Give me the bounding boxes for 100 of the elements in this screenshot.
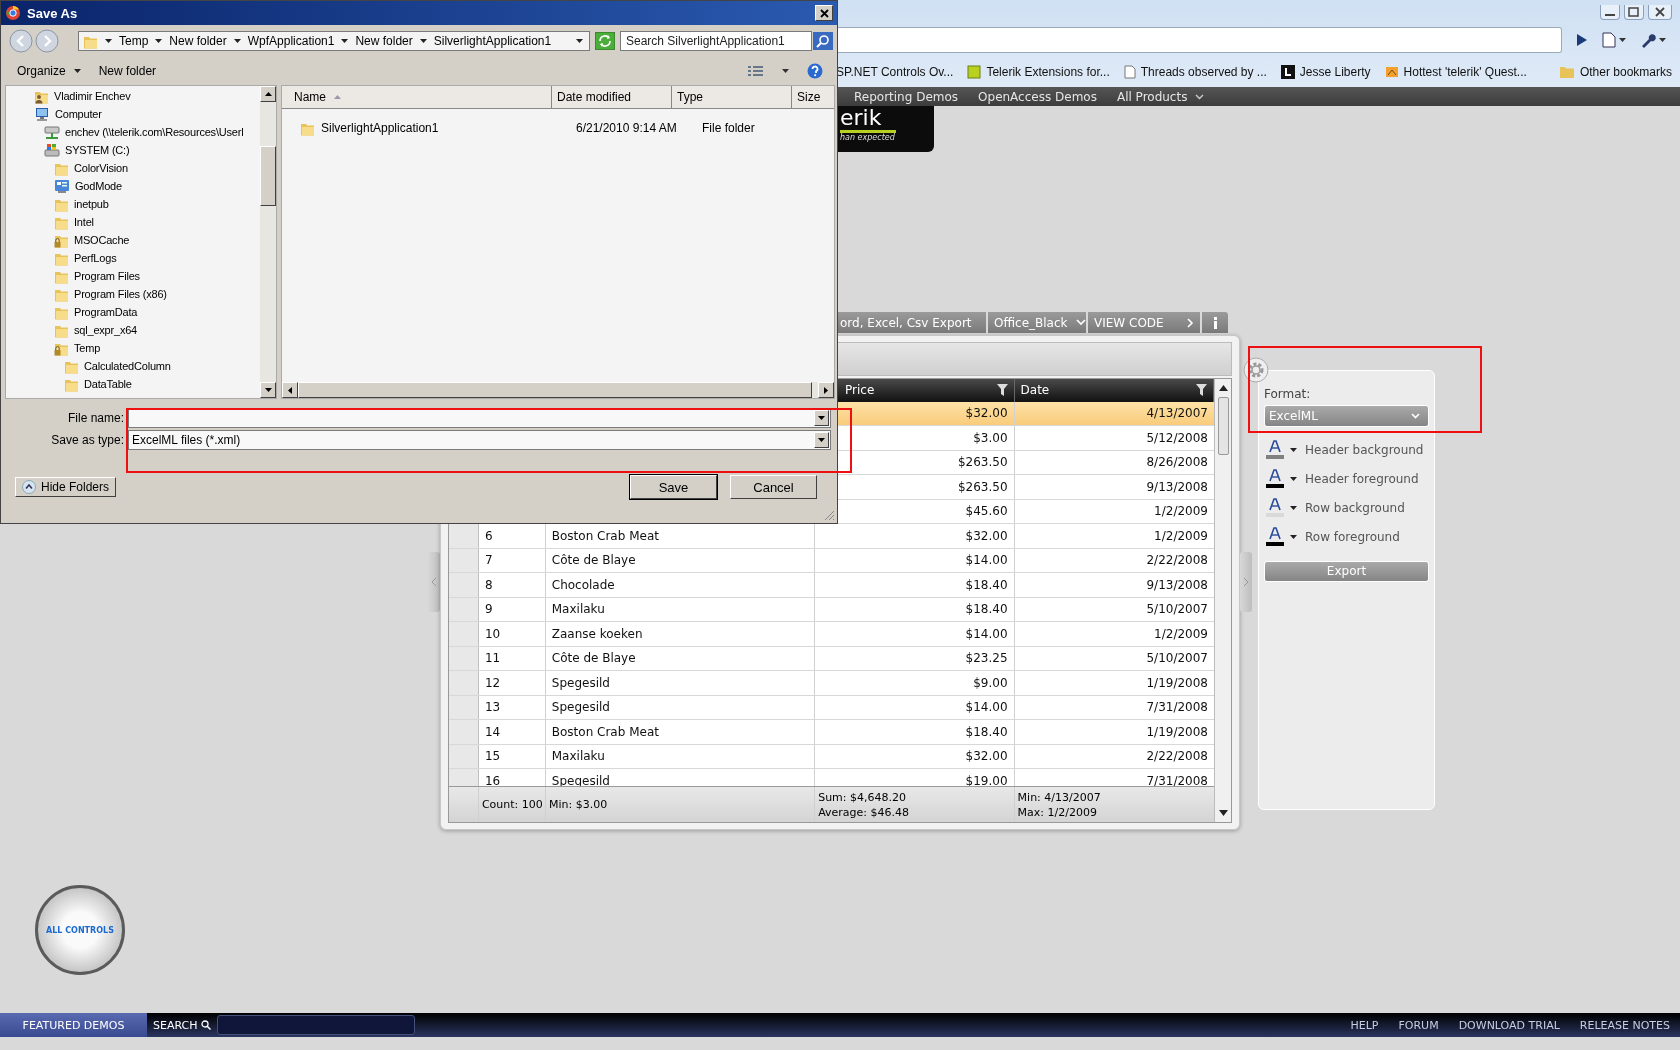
- address-field[interactable]: Temp New folder WpfApplication1 New folder SilverlightApplication1: [78, 31, 590, 51]
- tree-item[interactable]: Temp: [6, 339, 260, 357]
- column-header[interactable]: Size: [792, 86, 834, 108]
- filter-icon[interactable]: [996, 384, 1008, 397]
- help-icon[interactable]: [807, 63, 823, 79]
- refresh-icon[interactable]: [595, 32, 615, 50]
- back-icon[interactable]: [9, 29, 33, 53]
- save-button[interactable]: Save: [630, 475, 717, 499]
- close-button[interactable]: [815, 5, 833, 21]
- tree-item[interactable]: sql_expr_x64: [6, 321, 260, 339]
- other-bookmarks-link[interactable]: Other bookmarks: [1579, 64, 1672, 79]
- bookmark-link[interactable]: Hottest 'telerik' Quest...: [1403, 64, 1527, 79]
- nav-link[interactable]: Reporting Demos: [854, 89, 959, 104]
- logo[interactable]: erik han expected: [838, 106, 934, 152]
- scrollbar-thumb[interactable]: [1217, 397, 1229, 455]
- nav-link[interactable]: OpenAccess Demos: [978, 89, 1097, 104]
- scrollbar[interactable]: [260, 86, 276, 398]
- tree-item[interactable]: Program Files: [6, 267, 260, 285]
- theme-dropdown[interactable]: Office_Black: [988, 312, 1086, 333]
- wrench-icon[interactable]: [1640, 32, 1656, 48]
- resize-grip-icon[interactable]: [824, 510, 835, 521]
- chevron-down-icon[interactable]: [1195, 93, 1205, 100]
- footer-link[interactable]: DOWNLOAD TRIAL: [1458, 1018, 1560, 1032]
- color-picker[interactable]: [1266, 468, 1297, 489]
- text-color-icon[interactable]: [1266, 526, 1284, 547]
- tree-item[interactable]: Computer: [6, 105, 260, 123]
- hide-folders-button[interactable]: Hide Folders: [15, 477, 117, 497]
- tree-item[interactable]: Vladimir Enchev: [6, 87, 260, 105]
- tree-item[interactable]: DataTable: [6, 375, 260, 393]
- scroll-up-icon[interactable]: [1218, 385, 1228, 391]
- featured-demos-tab[interactable]: FEATURED DEMOS: [0, 1013, 147, 1037]
- bookmark-link[interactable]: Telerik Extensions for...: [986, 64, 1110, 79]
- search-field[interactable]: Search SilverlightApplication1: [620, 31, 812, 51]
- bookmark-link[interactable]: Jesse Liberty: [1299, 64, 1371, 79]
- table-row[interactable]: 7 Côte de Blaye $14.00 2/22/2008: [449, 548, 1214, 574]
- page-icon[interactable]: [1602, 32, 1616, 48]
- table-row[interactable]: 15 Maxilaku $32.00 2/22/2008: [449, 744, 1214, 770]
- scrollbar[interactable]: [1214, 379, 1231, 822]
- footer-link[interactable]: HELP: [1350, 1018, 1379, 1032]
- play-icon[interactable]: [1576, 33, 1588, 47]
- column-header[interactable]: Date modified: [552, 86, 672, 108]
- breadcrumb-item[interactable]: WpfApplication1: [247, 34, 335, 48]
- gear-icon[interactable]: [1243, 357, 1269, 383]
- text-color-icon[interactable]: [1266, 439, 1284, 460]
- text-color-icon[interactable]: [1266, 497, 1284, 518]
- color-picker[interactable]: [1266, 497, 1297, 518]
- search-field[interactable]: [217, 1015, 415, 1035]
- nav-link[interactable]: All Products: [1116, 89, 1188, 104]
- bookmark-link[interactable]: Threads observed by ...: [1140, 64, 1267, 79]
- footer-link[interactable]: RELEASE NOTES: [1579, 1018, 1670, 1032]
- tree-item[interactable]: Program Files (x86): [6, 285, 260, 303]
- color-picker[interactable]: [1266, 439, 1297, 460]
- demo-tab[interactable]: ord, Excel, Csv Export: [838, 312, 986, 333]
- tree-item[interactable]: MSOCache: [6, 231, 260, 249]
- new-folder-button[interactable]: New folder: [98, 64, 157, 78]
- search-icon[interactable]: [200, 1020, 211, 1030]
- tree-item[interactable]: Intel: [6, 213, 260, 231]
- caret-icon[interactable]: [782, 69, 789, 73]
- color-picker[interactable]: [1266, 526, 1297, 547]
- forward-icon[interactable]: [35, 29, 59, 53]
- table-row[interactable]: 9 Maxilaku $18.40 5/10/2007: [449, 597, 1214, 623]
- table-row[interactable]: 14 Boston Crab Meat $18.40 1/19/2008: [449, 720, 1214, 745]
- tree-item[interactable]: enchev (\\telerik.com\Resources\Userl: [6, 123, 260, 141]
- table-row[interactable]: 12 Spegesild $9.00 1/19/2008: [449, 671, 1214, 696]
- breadcrumb-item[interactable]: New folder: [169, 34, 227, 48]
- tree-item[interactable]: PerfLogs: [6, 249, 260, 267]
- restore-icon[interactable]: [1624, 4, 1644, 20]
- breadcrumb-item[interactable]: Temp: [119, 34, 149, 48]
- bookmark-link[interactable]: SP.NET Controls Ov...: [836, 64, 954, 79]
- tree-item[interactable]: ColorVision: [6, 159, 260, 177]
- scroll-left-button[interactable]: [282, 382, 298, 398]
- column-header[interactable]: Type: [672, 86, 792, 108]
- scroll-up-button[interactable]: [260, 86, 276, 102]
- table-row[interactable]: 11 Côte de Blaye $23.25 5/10/2007: [449, 646, 1214, 672]
- table-row[interactable]: 8 Chocolade $18.40 9/13/2008: [449, 573, 1214, 598]
- breadcrumb-item[interactable]: SilverlightApplication1: [433, 34, 552, 48]
- table-row[interactable]: 10 Zaanse koeken $14.00 1/2/2009: [449, 622, 1214, 647]
- organize-menu[interactable]: Organize: [17, 64, 81, 78]
- scroll-right-button[interactable]: [818, 382, 834, 398]
- column-header[interactable]: Name: [282, 86, 552, 108]
- filter-icon[interactable]: [1196, 384, 1207, 397]
- scroll-down-icon[interactable]: [1218, 810, 1228, 816]
- file-name-field[interactable]: [128, 408, 831, 428]
- tree-item[interactable]: GodMode: [6, 177, 260, 195]
- tree-item[interactable]: CalculatedColumn: [6, 357, 260, 375]
- view-list-icon[interactable]: [748, 65, 764, 77]
- close-icon[interactable]: [1648, 4, 1672, 20]
- table-row[interactable]: 13 Spegesild $14.00 7/31/2008: [449, 695, 1214, 721]
- minimize-icon[interactable]: [1600, 4, 1620, 20]
- breadcrumb-item[interactable]: New folder: [355, 34, 413, 48]
- scroll-down-button[interactable]: [260, 382, 276, 398]
- file-type-dropdown[interactable]: ExcelML files (*.xml): [128, 430, 831, 450]
- cancel-button[interactable]: Cancel: [730, 475, 817, 499]
- tree-item[interactable]: SYSTEM (C:): [6, 141, 260, 159]
- file-name[interactable]: SilverlightApplication1: [321, 121, 439, 135]
- info-button[interactable]: [1202, 312, 1228, 333]
- tree-item[interactable]: inetpub: [6, 195, 260, 213]
- text-color-icon[interactable]: [1266, 468, 1284, 489]
- tree-item[interactable]: ProgramData: [6, 303, 260, 321]
- footer-link[interactable]: FORUM: [1398, 1018, 1439, 1032]
